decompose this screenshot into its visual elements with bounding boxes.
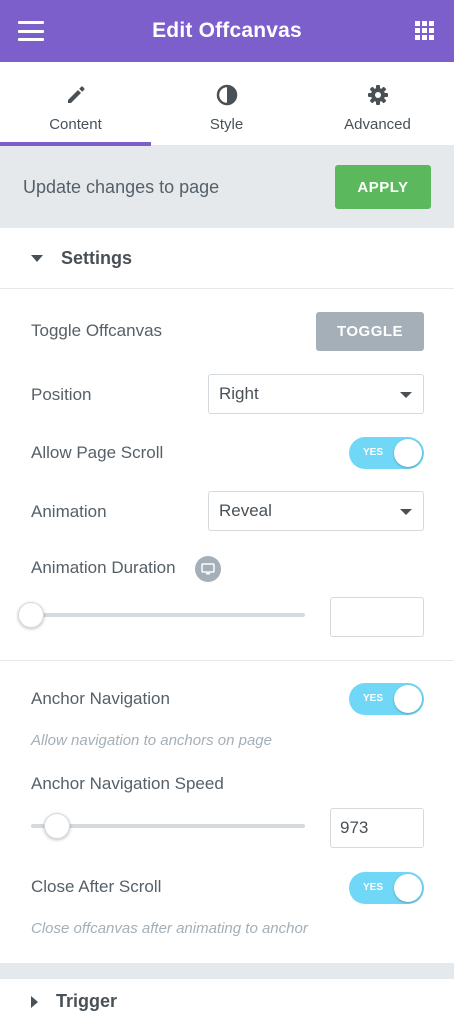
contrast-circle-icon (216, 84, 238, 106)
switch-state-label: YES (363, 693, 384, 704)
divider (0, 288, 454, 289)
divider (0, 660, 454, 661)
grid-apps-icon[interactable] (415, 21, 434, 40)
desktop-icon[interactable] (195, 556, 221, 582)
animation-select[interactable]: Reveal (208, 491, 424, 531)
gear-icon (367, 84, 389, 106)
tab-content-label: Content (49, 116, 102, 133)
switch-state-label: YES (363, 447, 384, 458)
caret-down-icon (31, 254, 43, 262)
apply-button[interactable]: APPLY (335, 165, 431, 209)
chevron-down-icon (400, 509, 412, 515)
update-changes-bar: Update changes to page APPLY (0, 146, 454, 228)
panel-tabs: Content Style Advanced (0, 62, 454, 146)
tab-advanced[interactable]: Advanced (302, 62, 453, 146)
switch-knob (394, 439, 422, 467)
anchor-navigation-speed-label: Anchor Navigation Speed (31, 774, 224, 793)
anchor-navigation-description: Allow navigation to anchors on page (31, 732, 272, 749)
anchor-navigation-switch[interactable]: YES (349, 683, 424, 715)
anchor-speed-slider-track[interactable] (31, 824, 305, 828)
section-settings-header[interactable]: Settings (0, 228, 454, 288)
caret-right-icon (31, 995, 38, 1008)
tab-style[interactable]: Style (151, 62, 302, 146)
toggle-offcanvas-label: Toggle Offcanvas (31, 321, 163, 340)
chevron-down-icon (400, 392, 412, 398)
position-label: Position (31, 385, 92, 404)
close-after-scroll-description: Close offcanvas after animating to ancho… (31, 920, 308, 937)
anchor-speed-input[interactable] (330, 808, 424, 848)
toggle-button[interactable]: TOGGLE (316, 312, 424, 351)
animation-duration-slider-handle[interactable] (18, 602, 44, 628)
close-after-scroll-label: Close After Scroll (31, 877, 162, 896)
animation-label: Animation (31, 502, 107, 521)
editor-header: Edit Offcanvas (0, 0, 454, 62)
page-title: Edit Offcanvas (152, 19, 302, 42)
tab-advanced-label: Advanced (344, 116, 411, 133)
animation-duration-slider-track[interactable] (31, 613, 305, 617)
position-select[interactable]: Right (208, 374, 424, 414)
section-trigger-title: Trigger (56, 991, 118, 1011)
pencil-icon (65, 84, 87, 106)
allow-page-scroll-label: Allow Page Scroll (31, 443, 164, 462)
animation-duration-input[interactable] (330, 597, 424, 637)
switch-knob (394, 874, 422, 902)
section-separator (0, 963, 454, 979)
position-select-value: Right (219, 384, 259, 403)
section-trigger-header[interactable]: Trigger (0, 979, 454, 1024)
anchor-navigation-label: Anchor Navigation (31, 689, 170, 708)
switch-state-label: YES (363, 882, 384, 893)
switch-knob (394, 685, 422, 713)
animation-select-value: Reveal (219, 501, 272, 520)
tab-style-label: Style (209, 116, 244, 133)
anchor-speed-slider-handle[interactable] (44, 813, 70, 839)
allow-page-scroll-switch[interactable]: YES (349, 437, 424, 469)
close-after-scroll-switch[interactable]: YES (349, 872, 424, 904)
animation-duration-label: Animation Duration (31, 558, 176, 577)
section-settings-title: Settings (61, 247, 133, 268)
update-changes-text: Update changes to page (23, 176, 220, 197)
tab-content[interactable]: Content (0, 62, 151, 146)
hamburger-icon[interactable] (18, 21, 44, 41)
